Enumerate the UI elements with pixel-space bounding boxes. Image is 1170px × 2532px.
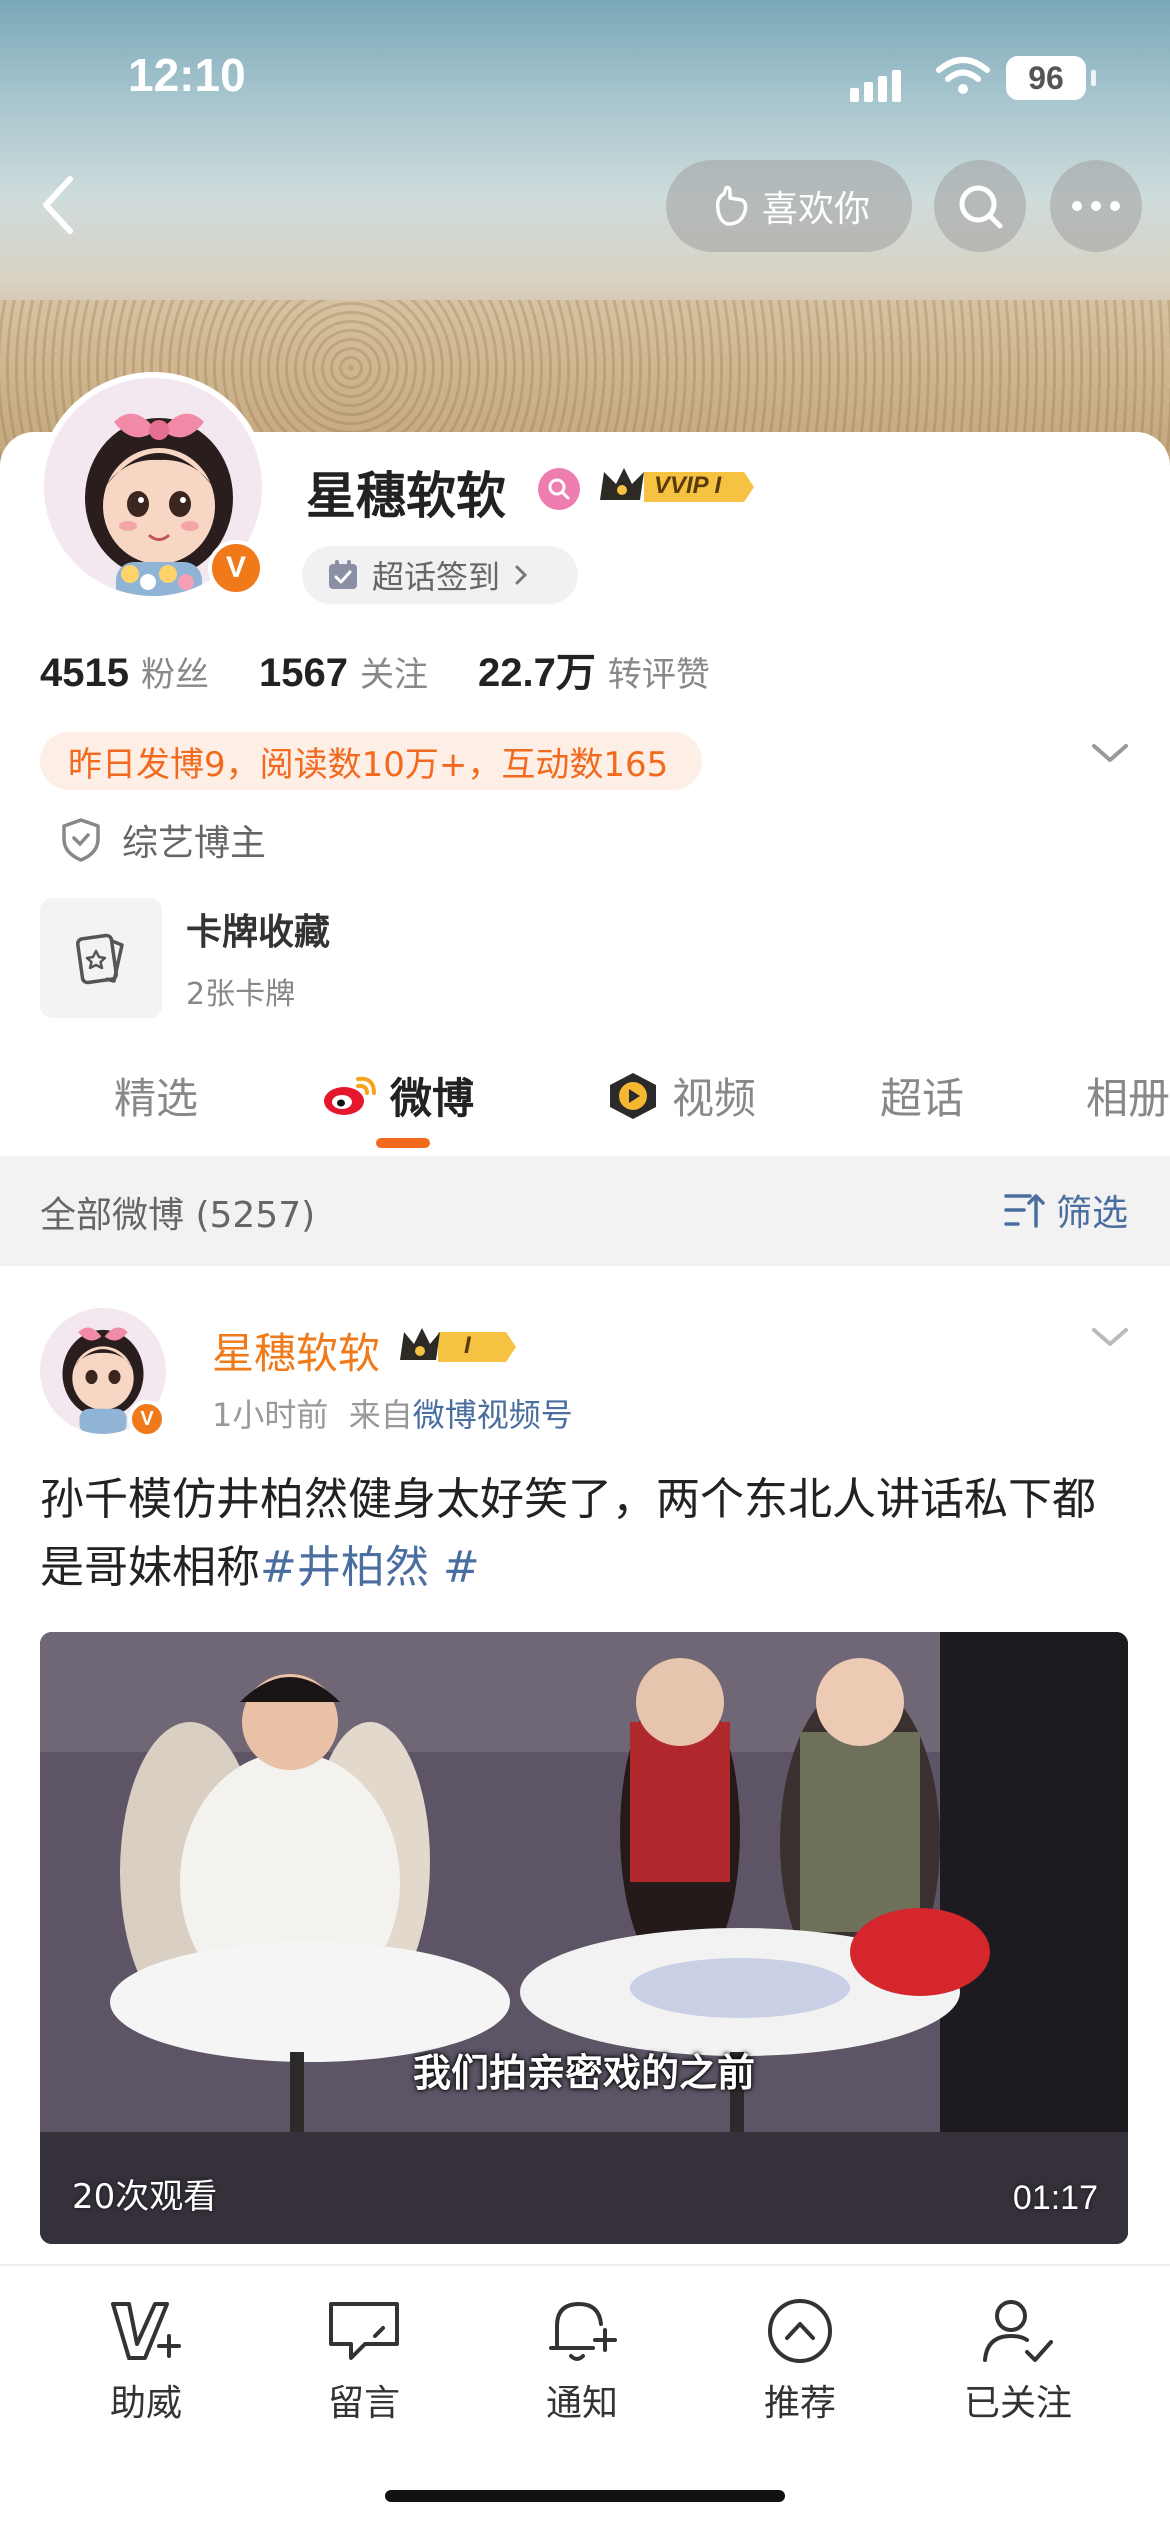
- category-tag[interactable]: 综艺博主: [60, 814, 266, 866]
- post-video[interactable]: 我们拍亲密戏的之前 20次观看 01:17: [40, 1632, 1128, 2244]
- post-topic-link[interactable]: #井柏然 #: [260, 1542, 480, 1593]
- category-tag-label: 综艺博主: [122, 823, 267, 864]
- cheer-label: 助威: [109, 2383, 182, 2424]
- engagement-label[interactable]: 转评赞: [608, 647, 710, 696]
- following-count[interactable]: 1567: [259, 651, 348, 696]
- post-time: 1小时前: [212, 1396, 329, 1434]
- profile-name: 星穗软软: [306, 467, 506, 525]
- home-indicator[interactable]: [385, 2490, 785, 2502]
- tab-video-label: 视频: [672, 1073, 757, 1123]
- search-icon: [959, 185, 1003, 229]
- more-dots-icon: [1072, 201, 1120, 211]
- video-view-count: 20次观看: [72, 2177, 218, 2217]
- chevron-down-icon: [1092, 1328, 1128, 1346]
- card-collection-count: 2张卡牌: [186, 977, 296, 1012]
- post-meta: 1小时前 来自微博视频号: [212, 1390, 573, 1436]
- tab-weibo-label: 微博: [390, 1073, 475, 1123]
- video-duration: 01:17: [1012, 2179, 1098, 2217]
- notify-label: 通知: [545, 2383, 618, 2424]
- post-source[interactable]: 微博视频号: [413, 1396, 573, 1434]
- engagement-count[interactable]: 22.7万: [478, 640, 596, 698]
- chat-icon: [329, 2302, 399, 2360]
- post-body: 孙千模仿井柏然健身太好笑了，两个东北人讲话私下都是哥妹相称: [40, 1474, 1096, 1593]
- post-verified-badge: V: [128, 1400, 166, 1438]
- active-tab-indicator: [376, 1138, 430, 1148]
- following-status-label: 已关注: [963, 2383, 1072, 2424]
- chevron-up-circle-icon: [768, 2299, 832, 2363]
- tab-featured-label: 精选: [114, 1073, 199, 1123]
- post-count-label: 全部微博 (5257): [40, 1195, 316, 1236]
- filter-sort-icon: [1004, 1194, 1045, 1228]
- filter-button[interactable]: 筛选: [1002, 1184, 1128, 1236]
- profile-tabs: 精选 微博 视频 超话 相册: [0, 1050, 1170, 1150]
- vvip-badge[interactable]: VVIP I: [596, 462, 756, 512]
- notify-button[interactable]: 通知: [502, 2296, 662, 2426]
- bell-plus-icon: [549, 2301, 617, 2361]
- fan-search-icon[interactable]: [538, 468, 580, 510]
- more-button[interactable]: [1050, 160, 1142, 252]
- signal-icon: [850, 62, 910, 102]
- v-plus-icon: [111, 2302, 181, 2360]
- weibo-post: V 星穗软软 I 1小时前 来自微博视频号 孙千模仿井柏然健身太好笑了，两个东北…: [0, 1266, 1170, 2266]
- cheer-button[interactable]: 助威: [66, 2296, 226, 2426]
- calendar-check-icon: [329, 560, 357, 589]
- tab-weibo[interactable]: 微博: [322, 1050, 474, 1140]
- message-button[interactable]: 留言: [284, 2296, 444, 2426]
- post-vip-badge[interactable]: I: [398, 1324, 518, 1370]
- recommend-label: 推荐: [763, 2383, 836, 2424]
- tab-video[interactable]: 视频: [604, 1050, 756, 1140]
- followers-label[interactable]: 粉丝: [141, 647, 209, 696]
- status-bar: 12:10 96: [0, 40, 1170, 120]
- search-button[interactable]: [934, 160, 1026, 252]
- video-play-icon: [610, 1073, 656, 1119]
- crown-icon: [400, 1328, 516, 1362]
- filter-bar: 全部微博 (5257) 筛选: [0, 1156, 1170, 1266]
- following-status-button[interactable]: 已关注: [938, 2296, 1098, 2426]
- post-from-prefix: 来自: [348, 1396, 413, 1434]
- verified-badge: V: [208, 540, 264, 596]
- chaohua-checkin-button[interactable]: 超话签到: [302, 546, 578, 604]
- tab-supertopic[interactable]: 超话: [880, 1050, 964, 1140]
- following-label[interactable]: 关注: [360, 647, 428, 696]
- post-text: 孙千模仿井柏然健身太好笑了，两个东北人讲话私下都是哥妹相称#井柏然 #: [40, 1466, 1130, 1602]
- shield-check-icon: [62, 818, 100, 862]
- profile-stats: 4515 粉丝 1567 关注 22.7万 转评赞: [40, 640, 760, 698]
- wifi-icon: [936, 57, 990, 94]
- chevron-down-icon: [1092, 744, 1128, 762]
- chevron-left-icon: [43, 176, 73, 234]
- back-button[interactable]: [28, 170, 88, 240]
- activity-summary[interactable]: 昨日发博9，阅读数10万+，互动数165: [40, 732, 702, 790]
- followers-count[interactable]: 4515: [40, 651, 129, 696]
- post-menu-button[interactable]: [1090, 1324, 1130, 1354]
- user-check-icon: [983, 2300, 1053, 2362]
- post-vip-label: I: [464, 1332, 471, 1359]
- video-thumbnail-image: [40, 1632, 1128, 2244]
- weibo-logo-icon: [324, 1076, 376, 1115]
- expand-profile-button[interactable]: [1090, 740, 1130, 770]
- tab-featured[interactable]: 精选: [114, 1050, 198, 1140]
- recommend-button[interactable]: 推荐: [720, 2296, 880, 2426]
- card-collection[interactable]: 卡牌收藏 2张卡牌: [40, 898, 330, 1018]
- status-time: 12:10: [128, 49, 246, 101]
- tab-supertopic-label: 超话: [880, 1073, 965, 1123]
- post-author-name[interactable]: 星穗软软: [212, 1320, 380, 1381]
- vvip-label: VVIP I: [654, 472, 722, 499]
- message-label: 留言: [327, 2383, 400, 2424]
- card-collection-icon: [40, 898, 162, 1018]
- video-caption: 我们拍亲密戏的之前: [412, 2051, 755, 2095]
- tab-album[interactable]: 相册: [1086, 1050, 1170, 1140]
- filter-button-label: 筛选: [1055, 1193, 1128, 1234]
- like-you-label: 喜欢你: [761, 189, 870, 230]
- chevron-right-icon: [515, 565, 528, 585]
- like-you-button[interactable]: 喜欢你: [666, 160, 912, 252]
- battery-indicator: 96: [1006, 56, 1096, 100]
- card-collection-title: 卡牌收藏: [186, 912, 331, 953]
- tab-album-label: 相册: [1086, 1073, 1170, 1123]
- hand-heart-icon: [715, 185, 748, 226]
- chaohua-label: 超话签到: [372, 558, 501, 596]
